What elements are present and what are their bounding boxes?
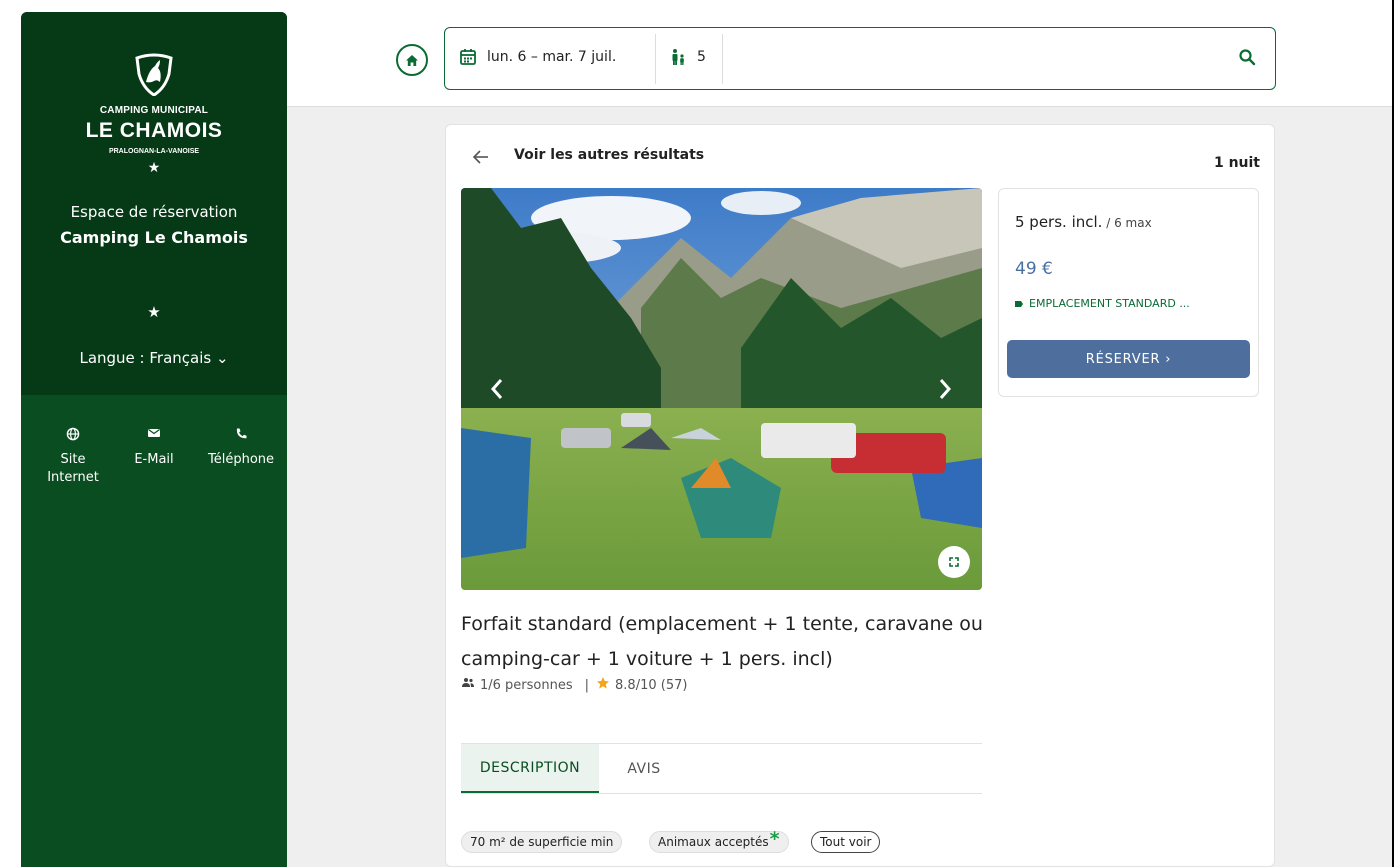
email-label: E-Mail <box>134 452 174 467</box>
pitch-title: Forfait standard (emplacement + 1 tente,… <box>461 613 983 670</box>
next-photo-icon[interactable] <box>934 374 956 404</box>
highlight-asterisk-icon: * <box>769 828 780 850</box>
guests-picker[interactable]: 5 <box>669 48 706 66</box>
back-arrow-icon[interactable] <box>472 148 490 166</box>
search-bar: lun. 6 – mar. 7 juil. 5 <box>444 27 1276 90</box>
language-selector[interactable]: Langue : Français ⌄ <box>21 349 287 367</box>
price: 49 € <box>1015 259 1053 279</box>
feature-chip-pets: Animaux acceptés * <box>649 828 789 853</box>
pitch-type-label: EMPLACEMENT STANDARD ... <box>1029 297 1190 310</box>
sidebar: CAMPING MUNICIPAL LE CHAMOIS PRALOGNAN-L… <box>21 12 287 867</box>
brand-name: LE CHAMOIS <box>85 119 223 142</box>
camping-name: Camping Le Chamois <box>60 228 248 247</box>
tab-description[interactable]: DESCRIPTION <box>461 744 599 793</box>
guests-value: 5 <box>697 49 706 65</box>
email-link[interactable]: E-Mail <box>124 427 184 469</box>
pitch-meta: 1/6 personnes | 8.8/10 (57) <box>461 676 692 694</box>
brand-location: PRALOGNAN-LA-VANOISE <box>108 148 200 155</box>
previous-photo-icon[interactable] <box>486 374 508 404</box>
chip-label: Animaux acceptés <box>658 835 769 849</box>
see-all-features-button[interactable]: Tout voir <box>811 831 881 853</box>
chamois-logo-icon <box>135 53 173 96</box>
tag-icon <box>1015 300 1023 307</box>
home-icon <box>406 54 418 66</box>
booking-box: 5 pers. incl. / 6 max 49 € EMPLACEMENT S… <box>998 188 1259 397</box>
fullscreen-button[interactable] <box>938 546 970 578</box>
search-icon <box>1239 49 1256 66</box>
search-button[interactable] <box>1238 48 1256 70</box>
brand-line-1: CAMPING MUNICIPAL <box>99 105 209 116</box>
nights-count: 1 nuit <box>1213 155 1260 171</box>
rating-text: 8.8/10 (57) <box>615 677 688 693</box>
included-persons: 5 pers. incl. / 6 max <box>1015 213 1152 231</box>
meta-separator: | <box>584 677 590 693</box>
divider-star-icon: ★ <box>147 303 161 321</box>
persons-included-text: 5 pers. incl. <box>1015 213 1103 231</box>
reserve-button[interactable]: RÉSERVER › <box>1007 340 1250 378</box>
pitch-photo <box>461 188 982 590</box>
tab-reviews[interactable]: AVIS <box>604 744 684 793</box>
rating-star-icon <box>596 676 610 694</box>
search-divider <box>655 34 656 84</box>
family-icon <box>672 49 684 65</box>
brand-star-icon: ★ <box>147 160 161 176</box>
fullscreen-icon <box>949 557 959 567</box>
booking-space-label: Espace de réservation <box>70 203 238 221</box>
mail-icon <box>124 427 184 445</box>
phone-link[interactable]: Téléphone <box>202 427 280 469</box>
feature-chip-area: 70 m² de superficie min <box>461 831 623 853</box>
date-range-value: lun. 6 – mar. 7 juil. <box>487 49 617 65</box>
website-label-1: Site <box>60 452 86 467</box>
website-link[interactable]: Site Internet <box>43 427 103 487</box>
capacity-text: 1/6 personnes <box>480 677 573 693</box>
chip-label: 70 m² de superficie min <box>470 835 614 849</box>
home-button[interactable] <box>396 44 428 76</box>
globe-icon <box>43 427 103 445</box>
chip-label: Tout voir <box>820 835 872 849</box>
back-to-results-link[interactable]: Voir les autres résultats <box>514 147 704 163</box>
pitch-type: EMPLACEMENT STANDARD ... <box>1015 297 1190 310</box>
phone-label: Téléphone <box>207 452 275 467</box>
phone-icon <box>202 427 280 445</box>
search-divider <box>722 34 723 84</box>
persons-max-text: / 6 max <box>1102 216 1152 230</box>
date-range-picker[interactable]: lun. 6 – mar. 7 juil. <box>459 48 616 66</box>
website-label-2: Internet <box>47 470 99 485</box>
calendar-icon <box>460 49 476 65</box>
tabs-divider <box>461 793 982 794</box>
people-icon <box>461 677 475 693</box>
